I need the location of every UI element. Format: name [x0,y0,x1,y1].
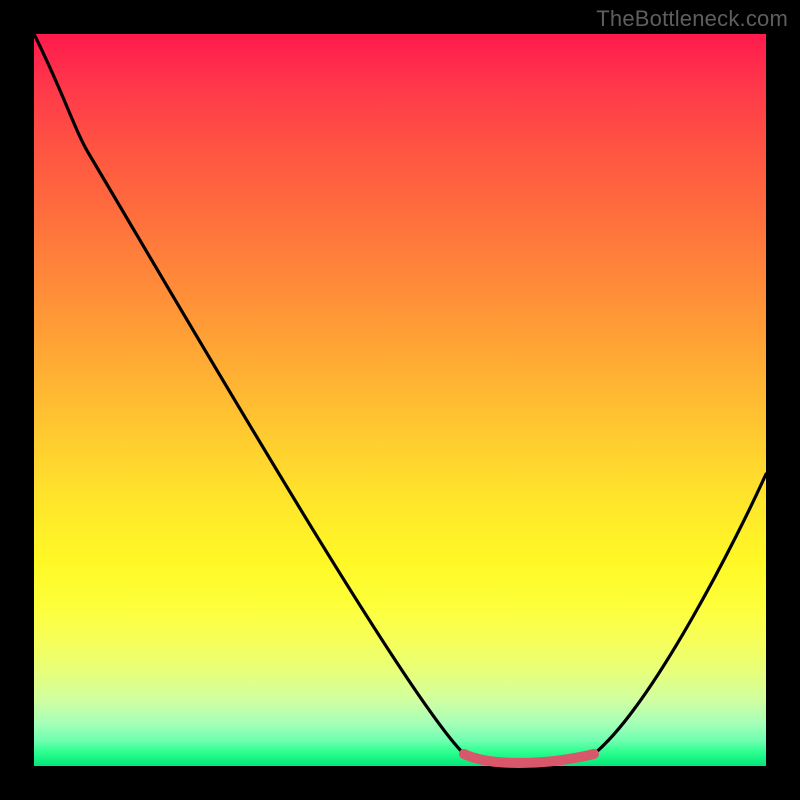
attribution-text: TheBottleneck.com [596,6,788,32]
highlight-segment [464,754,594,763]
plot-area [34,34,766,766]
curve-path [34,34,766,763]
bottleneck-curve [34,34,766,766]
chart-frame: TheBottleneck.com [0,0,800,800]
